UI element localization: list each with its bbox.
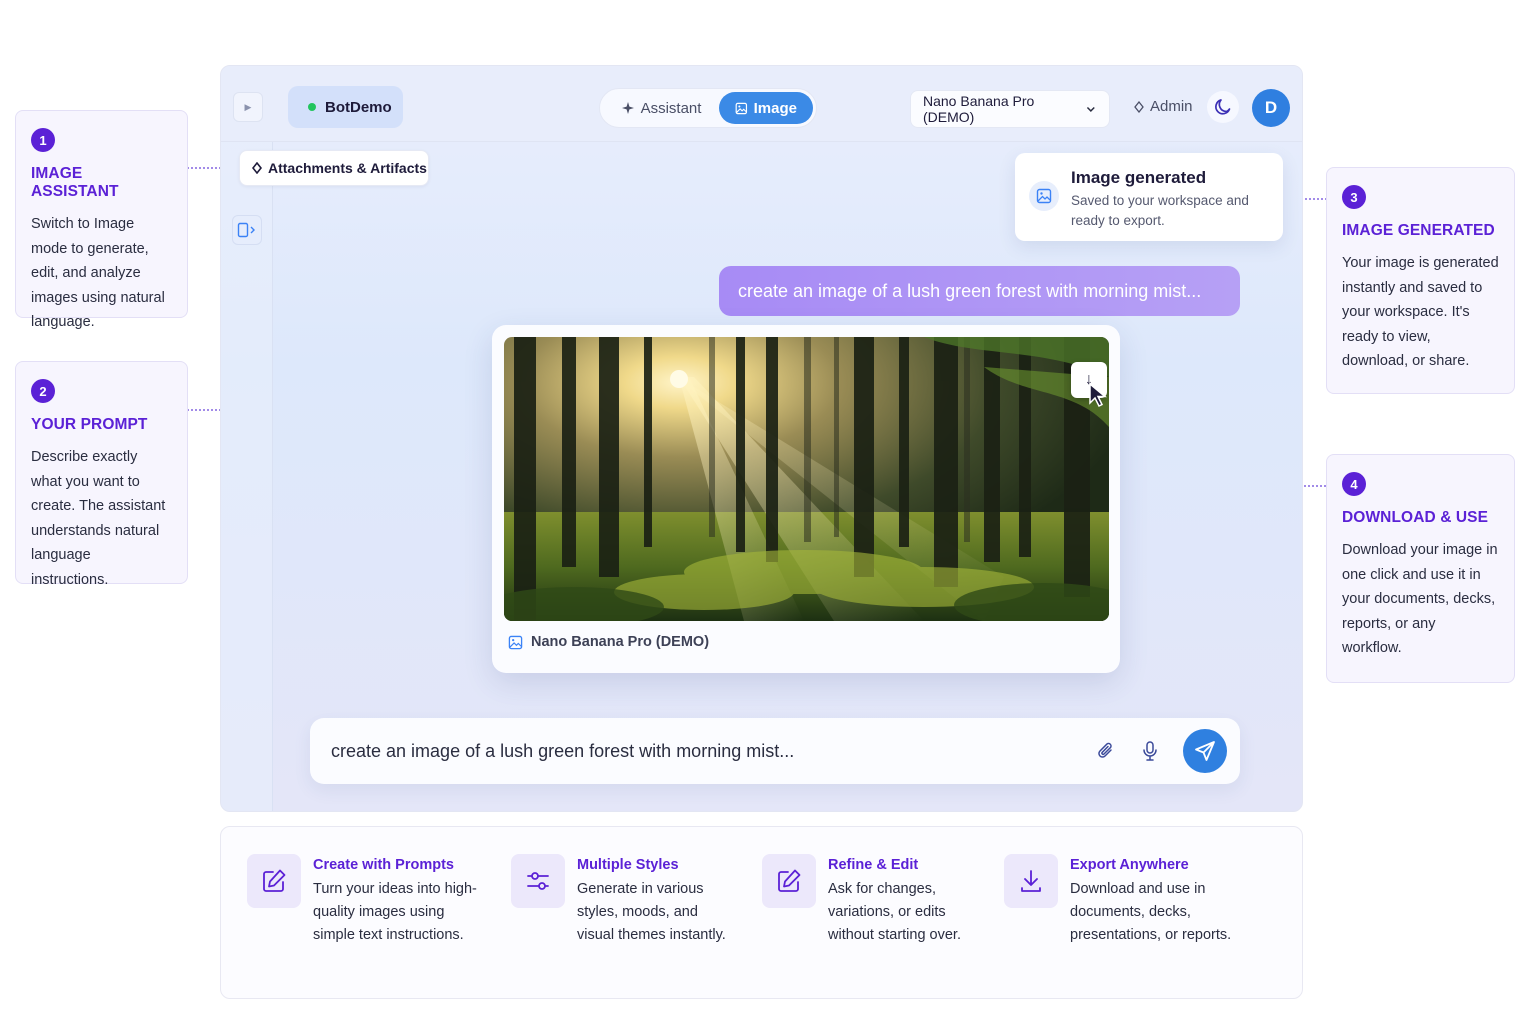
image-icon <box>508 635 523 649</box>
feature-title: Multiple Styles <box>577 857 679 873</box>
toast-body: Saved to your workspace and ready to exp… <box>1071 193 1249 228</box>
callout-title: YOUR PROMPT <box>31 416 148 433</box>
callout-title: DOWNLOAD & USE <box>1342 509 1489 526</box>
tab-image[interactable]: Image <box>719 92 813 124</box>
callout-number: 1 <box>31 128 55 152</box>
image-caption-text: Nano Banana Pro (DEMO) <box>531 634 710 650</box>
feature-bar: Create with Prompts Turn your ideas into… <box>220 826 1303 999</box>
attachments-artifacts-button[interactable]: Attachments & Artifacts <box>239 150 429 186</box>
image-icon <box>1029 181 1059 211</box>
send-icon <box>1195 741 1215 761</box>
feature-title: Export Anywhere <box>1070 857 1189 873</box>
feature-body: Generate in various styles, moods, and v… <box>577 881 726 943</box>
feature-create-with-prompts: Create with Prompts Turn your ideas into… <box>247 854 477 947</box>
image-generated-toast: Image generated Saved to your workspace … <box>1015 153 1283 241</box>
brand-pill[interactable]: BotDemo <box>288 86 403 128</box>
expand-sidebar-button[interactable]: ▶ <box>233 92 263 122</box>
model-select[interactable]: Nano Banana Pro (DEMO) <box>910 90 1110 128</box>
mode-switch: Assistant Image <box>599 88 817 128</box>
edit-icon <box>762 854 816 908</box>
chevron-down-icon <box>1087 107 1096 112</box>
generated-image-card: ↓ Nano Banana Pro (DEMO) <box>492 325 1120 673</box>
callout-your-prompt: 2 YOUR PROMPT Describe exactly what you … <box>15 361 188 588</box>
mouse-cursor-icon <box>1089 382 1108 408</box>
app-window: ▶ BotDemo Assistant Image Nano Banana Pr… <box>220 65 1303 812</box>
feature-title: Refine & Edit <box>828 857 919 873</box>
callout-body: Download your image in one click and use… <box>1342 542 1498 656</box>
callout-title: IMAGE ASSISTANT <box>31 165 119 200</box>
paperclip-icon[interactable] <box>1095 740 1117 762</box>
admin-label: Admin <box>1150 98 1193 115</box>
brand-name: BotDemo <box>325 98 392 116</box>
theme-toggle-button[interactable] <box>1207 91 1239 123</box>
model-select-value: Nano Banana Pro (DEMO) <box>923 93 1035 125</box>
avatar[interactable]: D <box>1252 89 1290 127</box>
play-icon: ▶ <box>244 101 252 112</box>
toggle-panel-button[interactable] <box>232 215 262 245</box>
sparkle-icon <box>621 102 634 114</box>
feature-multiple-styles: Multiple Styles Generate in various styl… <box>511 854 726 947</box>
callout-number: 4 <box>1342 472 1366 496</box>
attachments-label: Attachments & Artifacts <box>268 160 427 176</box>
callout-image-generated: 3 IMAGE GENERATED Your image is generate… <box>1326 167 1515 394</box>
microphone-icon[interactable] <box>1139 740 1161 762</box>
tab-assistant[interactable]: Assistant <box>603 92 719 124</box>
page: ▶ BotDemo Assistant Image Nano Banana Pr… <box>0 0 1536 1024</box>
callout-body: Describe exactly what you want to create… <box>31 449 166 588</box>
image-caption: Nano Banana Pro (DEMO) <box>508 634 709 650</box>
admin-link[interactable]: Admin <box>1134 98 1193 115</box>
callout-body: Switch to Image mode to generate, edit, … <box>31 216 165 330</box>
callout-title: IMAGE GENERATED <box>1342 222 1495 239</box>
sliders-icon <box>511 854 565 908</box>
send-button[interactable] <box>1183 729 1227 773</box>
tab-image-label: Image <box>753 99 797 117</box>
tab-assistant-label: Assistant <box>640 99 702 117</box>
callout-number: 2 <box>31 379 55 403</box>
user-prompt-bubble: create an image of a lush green forest w… <box>719 266 1240 316</box>
toast-title: Image generated <box>1071 168 1207 187</box>
feature-export-anywhere: Export Anywhere Download and use in docu… <box>1004 854 1244 947</box>
diamond-icon <box>252 162 262 174</box>
status-dot <box>308 103 316 111</box>
edit-icon <box>247 854 301 908</box>
feature-body: Ask for changes, variations, or edits wi… <box>828 881 961 943</box>
feature-refine-edit: Refine & Edit Ask for changes, variation… <box>762 854 977 947</box>
callout-number: 3 <box>1342 185 1366 209</box>
callout-download-use: 4 DOWNLOAD & USE Download your image in … <box>1326 454 1515 683</box>
feature-title: Create with Prompts <box>313 857 454 873</box>
composer-input[interactable]: create an image of a lush green forest w… <box>331 741 1095 762</box>
side-panel-icon <box>237 222 255 238</box>
message-composer[interactable]: create an image of a lush green forest w… <box>310 718 1240 784</box>
callout-body: Your image is generated instantly and sa… <box>1342 255 1499 369</box>
feature-body: Download and use in documents, decks, pr… <box>1070 881 1232 943</box>
callout-image-assistant: 1 IMAGE ASSISTANT Switch to Image mode t… <box>15 110 188 330</box>
generated-image[interactable]: ↓ <box>504 337 1109 621</box>
image-icon <box>735 102 748 114</box>
diamond-icon <box>1134 100 1144 113</box>
feature-body: Turn your ideas into high-quality images… <box>313 881 477 943</box>
download-icon <box>1004 854 1058 908</box>
moon-icon <box>1215 99 1231 115</box>
